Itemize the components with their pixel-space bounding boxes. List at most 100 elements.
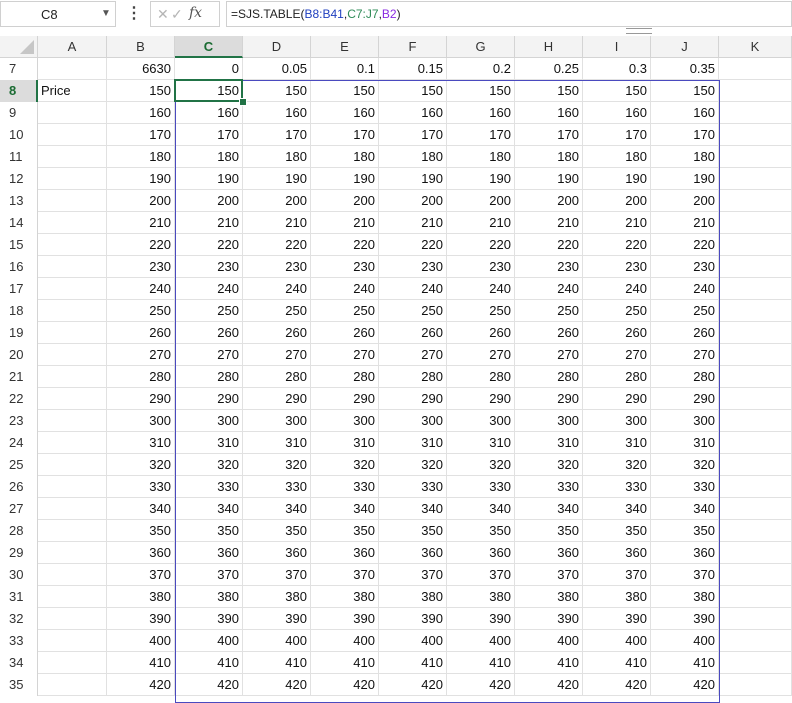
cell-e20[interactable]: 270 [311,344,379,366]
cell-k20[interactable] [719,344,792,366]
cell-a9[interactable] [38,102,107,124]
cell-d18[interactable]: 250 [243,300,311,322]
cell-f24[interactable]: 310 [379,432,447,454]
cell-d22[interactable]: 290 [243,388,311,410]
row-header[interactable]: 21 [0,366,38,388]
row-header[interactable]: 8 [0,80,38,102]
cell-i34[interactable]: 410 [583,652,651,674]
row-header[interactable]: 34 [0,652,38,674]
cell-i20[interactable]: 270 [583,344,651,366]
cell-c28[interactable]: 350 [175,520,243,542]
cell-c22[interactable]: 290 [175,388,243,410]
cell-a12[interactable] [38,168,107,190]
cell-i26[interactable]: 330 [583,476,651,498]
cell-e14[interactable]: 210 [311,212,379,234]
cell-g23[interactable]: 300 [447,410,515,432]
cell-k31[interactable] [719,586,792,608]
cell-k24[interactable] [719,432,792,454]
cell-e26[interactable]: 330 [311,476,379,498]
row-header[interactable]: 35 [0,674,38,696]
cell-k11[interactable] [719,146,792,168]
cell-i23[interactable]: 300 [583,410,651,432]
cell-h30[interactable]: 370 [515,564,583,586]
cell-d24[interactable]: 310 [243,432,311,454]
cell-g33[interactable]: 400 [447,630,515,652]
cell-e28[interactable]: 350 [311,520,379,542]
cell-j35[interactable]: 420 [651,674,719,696]
cell-i25[interactable]: 320 [583,454,651,476]
cell-c19[interactable]: 260 [175,322,243,344]
cell-g11[interactable]: 180 [447,146,515,168]
cell-d28[interactable]: 350 [243,520,311,542]
cell-h29[interactable]: 360 [515,542,583,564]
cell-e8[interactable]: 150 [311,80,379,102]
cell-a18[interactable] [38,300,107,322]
cell-k35[interactable] [719,674,792,696]
cell-d12[interactable]: 190 [243,168,311,190]
select-all-corner[interactable] [0,36,38,58]
cell-a14[interactable] [38,212,107,234]
cell-h21[interactable]: 280 [515,366,583,388]
cell-c12[interactable]: 190 [175,168,243,190]
cell-j18[interactable]: 250 [651,300,719,322]
cell-j13[interactable]: 200 [651,190,719,212]
row-header[interactable]: 14 [0,212,38,234]
cell-e11[interactable]: 180 [311,146,379,168]
cell-i29[interactable]: 360 [583,542,651,564]
cell-d17[interactable]: 240 [243,278,311,300]
cell-e10[interactable]: 170 [311,124,379,146]
cell-k10[interactable] [719,124,792,146]
cell-a26[interactable] [38,476,107,498]
cell-b12[interactable]: 190 [107,168,175,190]
cell-k28[interactable] [719,520,792,542]
cell-f18[interactable]: 250 [379,300,447,322]
cell-b18[interactable]: 250 [107,300,175,322]
cell-a24[interactable] [38,432,107,454]
cell-i30[interactable]: 370 [583,564,651,586]
cell-c16[interactable]: 230 [175,256,243,278]
cell-f14[interactable]: 210 [379,212,447,234]
cell-h11[interactable]: 180 [515,146,583,168]
cell-h31[interactable]: 380 [515,586,583,608]
cell-j33[interactable]: 400 [651,630,719,652]
cell-b30[interactable]: 370 [107,564,175,586]
cell-k30[interactable] [719,564,792,586]
column-header-b[interactable]: B [107,36,175,58]
cell-h23[interactable]: 300 [515,410,583,432]
cell-k33[interactable] [719,630,792,652]
cell-i9[interactable]: 160 [583,102,651,124]
cell-a32[interactable] [38,608,107,630]
cell-g22[interactable]: 290 [447,388,515,410]
cell-d7[interactable]: 0.05 [243,58,311,80]
cell-e16[interactable]: 230 [311,256,379,278]
column-header-i[interactable]: I [583,36,651,58]
cell-k29[interactable] [719,542,792,564]
cell-e19[interactable]: 260 [311,322,379,344]
cell-b29[interactable]: 360 [107,542,175,564]
cell-d32[interactable]: 390 [243,608,311,630]
cell-k16[interactable] [719,256,792,278]
cell-f20[interactable]: 270 [379,344,447,366]
cell-e27[interactable]: 340 [311,498,379,520]
cell-b8[interactable]: 150 [107,80,175,102]
cell-j32[interactable]: 390 [651,608,719,630]
cell-k26[interactable] [719,476,792,498]
cell-g15[interactable]: 220 [447,234,515,256]
cell-j12[interactable]: 190 [651,168,719,190]
cell-f19[interactable]: 260 [379,322,447,344]
cell-j21[interactable]: 280 [651,366,719,388]
cell-a20[interactable] [38,344,107,366]
cell-c33[interactable]: 400 [175,630,243,652]
cell-g8[interactable]: 150 [447,80,515,102]
cell-d15[interactable]: 220 [243,234,311,256]
cell-k19[interactable] [719,322,792,344]
cell-d31[interactable]: 380 [243,586,311,608]
cell-c29[interactable]: 360 [175,542,243,564]
row-header[interactable]: 33 [0,630,38,652]
cell-h7[interactable]: 0.25 [515,58,583,80]
cell-i31[interactable]: 380 [583,586,651,608]
cell-b15[interactable]: 220 [107,234,175,256]
cell-f33[interactable]: 400 [379,630,447,652]
cell-b23[interactable]: 300 [107,410,175,432]
row-header[interactable]: 32 [0,608,38,630]
